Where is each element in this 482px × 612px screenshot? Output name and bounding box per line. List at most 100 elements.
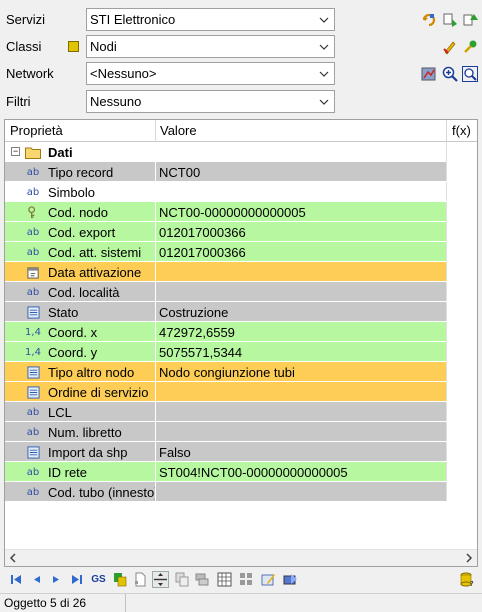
- collapse-toggle-icon[interactable]: −: [11, 147, 20, 156]
- property-name-cell[interactable]: ab Simbolo: [5, 182, 155, 202]
- fx-cell[interactable]: [447, 382, 477, 402]
- property-row[interactable]: ab Tipo record NCT00: [5, 162, 477, 182]
- property-value-cell[interactable]: ST004!NCT00-00000000000005: [156, 462, 446, 482]
- database-icon[interactable]: ?: [459, 571, 476, 588]
- property-name-cell[interactable]: ab ID rete: [5, 462, 155, 482]
- zoom-extent-icon[interactable]: [461, 65, 479, 83]
- refresh-icon[interactable]: [420, 11, 438, 29]
- fx-cell[interactable]: [447, 462, 477, 482]
- property-row[interactable]: Data attivazione: [5, 262, 477, 282]
- scroll-right-icon[interactable]: [463, 552, 475, 564]
- fx-cell[interactable]: [447, 162, 477, 182]
- property-name-cell[interactable]: ab Cod. export: [5, 222, 155, 242]
- chevron-down-icon[interactable]: [314, 91, 334, 112]
- fx-cell[interactable]: [447, 362, 477, 382]
- network-select[interactable]: <Nessuno>: [86, 62, 335, 85]
- property-value-cell[interactable]: [156, 422, 446, 442]
- property-value-cell[interactable]: 5075571,5344: [156, 342, 446, 362]
- first-record-icon[interactable]: [8, 571, 25, 588]
- header-proprieta[interactable]: Proprietà: [10, 123, 63, 138]
- fx-cell[interactable]: [447, 202, 477, 222]
- move-up-icon[interactable]: [461, 11, 479, 29]
- fx-cell[interactable]: [447, 342, 477, 362]
- property-value-cell[interactable]: NCT00: [156, 162, 446, 182]
- edit-form-icon[interactable]: [260, 571, 277, 588]
- property-row[interactable]: ab Cod. att. sistemi 012017000366: [5, 242, 477, 262]
- grid-view-icon[interactable]: [238, 571, 255, 588]
- property-row[interactable]: ab Cod. località: [5, 282, 477, 302]
- property-value-cell[interactable]: [156, 262, 446, 282]
- property-value-cell[interactable]: 012017000366: [156, 222, 446, 242]
- group-row-dati[interactable]: − Dati: [5, 142, 477, 162]
- filtri-select[interactable]: Nessuno: [86, 90, 335, 113]
- property-name-cell[interactable]: Tipo altro nodo: [5, 362, 155, 382]
- property-value-cell[interactable]: 472972,6559: [156, 322, 446, 342]
- property-name-cell[interactable]: Data attivazione: [5, 262, 155, 282]
- property-value-cell[interactable]: [156, 482, 446, 502]
- insert-row-icon[interactable]: [152, 571, 169, 588]
- property-value-cell[interactable]: Falso: [156, 442, 446, 462]
- property-name-cell[interactable]: ab LCL: [5, 402, 155, 422]
- property-value-cell[interactable]: [156, 182, 446, 202]
- fx-cell[interactable]: [447, 282, 477, 302]
- property-name-cell[interactable]: ab Cod. att. sistemi: [5, 242, 155, 262]
- fx-cell[interactable]: [447, 482, 477, 502]
- duplicate-icon[interactable]: [174, 571, 191, 588]
- fx-cell[interactable]: [447, 242, 477, 262]
- move-down-icon[interactable]: [441, 11, 459, 29]
- property-value-cell[interactable]: Costruzione: [156, 302, 446, 322]
- property-value-cell[interactable]: [156, 382, 446, 402]
- fx-cell[interactable]: [447, 402, 477, 422]
- scroll-left-icon[interactable]: [7, 552, 19, 564]
- property-row[interactable]: ab Simbolo: [5, 182, 477, 202]
- fx-cell[interactable]: [447, 262, 477, 282]
- chevron-down-icon[interactable]: [314, 36, 334, 57]
- chevron-down-icon[interactable]: [314, 63, 334, 84]
- new-document-icon[interactable]: [132, 571, 149, 588]
- edit-pencil-icon[interactable]: [441, 38, 459, 56]
- fx-cell[interactable]: [447, 322, 477, 342]
- fx-cell[interactable]: [447, 302, 477, 322]
- property-row[interactable]: ab Cod. export 012017000366: [5, 222, 477, 242]
- property-value-cell[interactable]: 012017000366: [156, 242, 446, 262]
- horizontal-scrollbar[interactable]: [5, 549, 477, 566]
- property-row[interactable]: ab ID rete ST004!NCT00-00000000000005: [5, 462, 477, 482]
- property-value-cell[interactable]: Nodo congiunzione tubi: [156, 362, 446, 382]
- property-row[interactable]: 1,4 Coord. x 472972,6559: [5, 322, 477, 342]
- property-row[interactable]: ab LCL: [5, 402, 477, 422]
- zoom-in-icon[interactable]: [441, 65, 459, 83]
- property-row[interactable]: 1,4 Coord. y 5075571,5344: [5, 342, 477, 362]
- property-row[interactable]: ab Cod. tubo (innesto): [5, 482, 477, 502]
- last-record-icon[interactable]: [68, 571, 85, 588]
- fx-cell[interactable]: [447, 422, 477, 442]
- property-name-cell[interactable]: ab Num. libretto: [5, 422, 155, 442]
- header-fx[interactable]: f(x): [452, 123, 471, 138]
- property-row[interactable]: Cod. nodo NCT00-00000000000005: [5, 202, 477, 222]
- property-row[interactable]: Tipo altro nodo Nodo congiunzione tubi: [5, 362, 477, 382]
- property-name-cell[interactable]: Cod. nodo: [5, 202, 155, 222]
- classi-select[interactable]: Nodi: [86, 35, 335, 58]
- fx-cell[interactable]: [447, 182, 477, 202]
- stack-icon[interactable]: [194, 571, 211, 588]
- property-name-cell[interactable]: 1,4 Coord. x: [5, 322, 155, 342]
- property-name-cell[interactable]: ab Cod. località: [5, 282, 155, 302]
- property-row[interactable]: Stato Costruzione: [5, 302, 477, 322]
- property-name-cell[interactable]: Ordine di servizio: [5, 382, 155, 402]
- property-row[interactable]: Import da shp Falso: [5, 442, 477, 462]
- export-icon[interactable]: [282, 571, 299, 588]
- chevron-down-icon[interactable]: [314, 9, 334, 30]
- property-row[interactable]: Ordine di servizio: [5, 382, 477, 402]
- fx-cell[interactable]: [447, 222, 477, 242]
- property-name-cell[interactable]: Import da shp: [5, 442, 155, 462]
- servizi-select[interactable]: STI Elettronico: [86, 8, 335, 31]
- property-value-cell[interactable]: [156, 402, 446, 422]
- gs-button[interactable]: GS: [90, 571, 107, 588]
- property-name-cell[interactable]: Stato: [5, 302, 155, 322]
- property-grid[interactable]: Proprietà Valore f(x) − Dati ab Tipo reco…: [4, 119, 478, 567]
- property-name-cell[interactable]: ab Tipo record: [5, 162, 155, 182]
- network-map-icon[interactable]: [420, 65, 438, 83]
- property-value-cell[interactable]: [156, 282, 446, 302]
- table-view-icon[interactable]: [216, 571, 233, 588]
- property-name-cell[interactable]: ab Cod. tubo (innesto): [5, 482, 155, 502]
- property-name-cell[interactable]: 1,4 Coord. y: [5, 342, 155, 362]
